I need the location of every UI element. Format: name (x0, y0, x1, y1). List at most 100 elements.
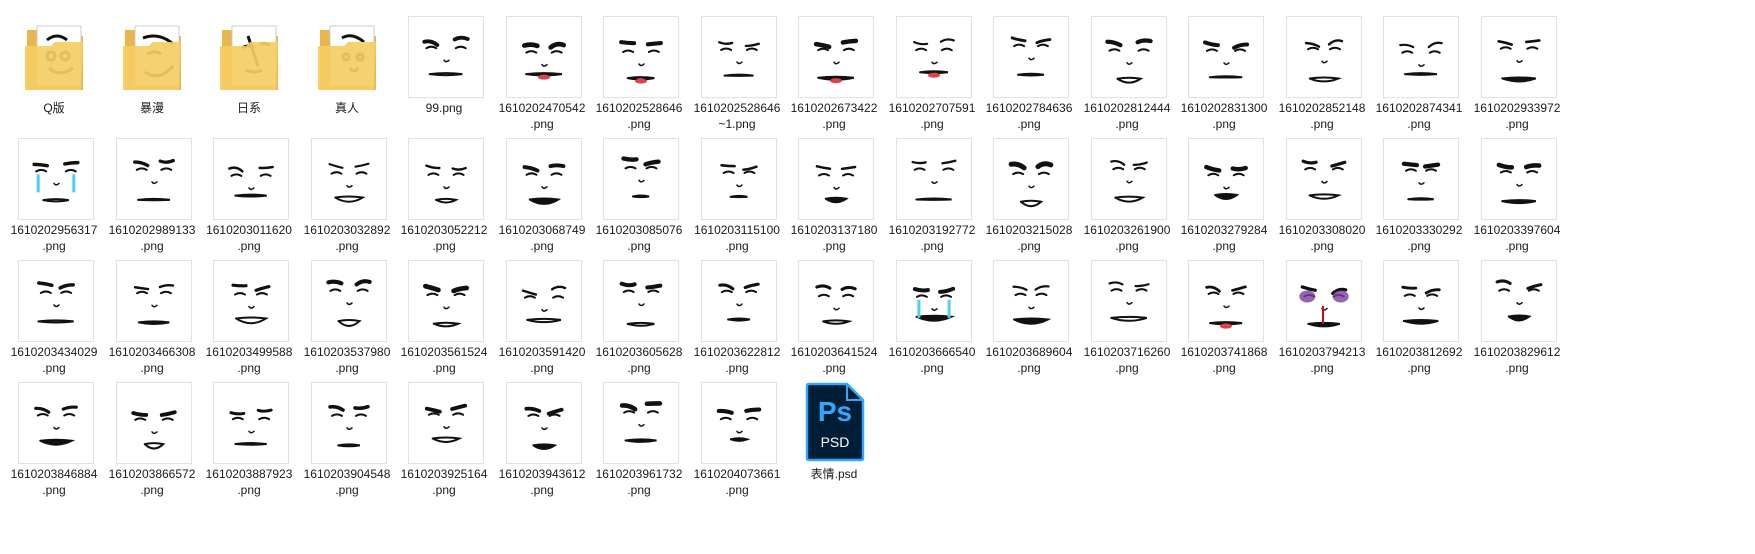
image-thumbnail (311, 138, 387, 220)
file-item[interactable]: 1610202812444 .png (1073, 12, 1181, 144)
file-item[interactable]: 1610202784636 .png (975, 12, 1083, 144)
file-name-label: 1610203397604 .png (1473, 223, 1561, 253)
file-item[interactable]: 1610203666540 .png (878, 256, 986, 388)
file-item[interactable]: 1610202470542 .png (488, 12, 596, 144)
image-thumbnail (18, 260, 94, 342)
image-thumbnail (798, 138, 874, 220)
image-thumbnail (701, 138, 777, 220)
file-item[interactable]: 1610203068749 .png (488, 134, 596, 266)
file-item[interactable]: Ps PSD 表情.psd (780, 378, 888, 510)
file-item[interactable]: 1610203829612 .png (1463, 256, 1571, 388)
file-item[interactable]: 1610203397604 .png (1463, 134, 1571, 266)
folder-item[interactable]: 日系 (195, 12, 303, 144)
file-name-label: 1610202470542 .png (498, 101, 586, 131)
image-thumbnail (408, 16, 484, 98)
image-thumbnail (896, 138, 972, 220)
file-item[interactable]: 1610203741868 .png (1170, 256, 1278, 388)
file-name-label: 1610202528646 .png (595, 101, 683, 131)
file-name-label: 1610202831300 .png (1180, 101, 1268, 131)
file-name-label: 表情.psd (810, 467, 858, 481)
file-grid: Q版 暴漫 日系 真人 99.png 1610202470542 .png 16102025… (8, 12, 1753, 552)
file-item[interactable]: 1610203499588 .png (195, 256, 303, 388)
file-item[interactable]: 1610203466308 .png (98, 256, 206, 388)
folder-item[interactable]: 真人 (293, 12, 401, 144)
image-thumbnail (1091, 16, 1167, 98)
file-item[interactable]: 1610203032892 .png (293, 134, 401, 266)
folder-item[interactable]: Q版 (0, 12, 108, 144)
file-item[interactable]: 1610203689604 .png (975, 256, 1083, 388)
image-thumbnail (1481, 260, 1557, 342)
file-item[interactable]: 1610204073661 .png (683, 378, 791, 510)
file-item[interactable]: 1610203192772 .png (878, 134, 986, 266)
file-name-label: 1610203904548 .png (303, 467, 391, 497)
file-item[interactable]: 1610203215028 .png (975, 134, 1083, 266)
folder-icon (311, 16, 385, 96)
file-item[interactable]: 1610203641524 .png (780, 256, 888, 388)
file-name-label: 1610203605628 .png (595, 345, 683, 375)
file-item[interactable]: 1610203137180 .png (780, 134, 888, 266)
image-thumbnail (1286, 260, 1362, 342)
file-item[interactable]: 1610202528646 .png (585, 12, 693, 144)
image-thumbnail (1383, 16, 1459, 98)
file-item[interactable]: 1610203308020 .png (1268, 134, 1376, 266)
image-thumbnail (1481, 138, 1557, 220)
file-item[interactable]: 1610203052212 .png (390, 134, 498, 266)
image-thumbnail (1286, 16, 1362, 98)
file-item[interactable]: 1610203537980 .png (293, 256, 401, 388)
file-item[interactable]: 1610203085076 .png (585, 134, 693, 266)
file-item[interactable]: 1610203261900 .png (1073, 134, 1181, 266)
file-item[interactable]: 1610203591420 .png (488, 256, 596, 388)
file-item[interactable]: 1610203961732 .png (585, 378, 693, 510)
ps-icon-text: Ps (817, 396, 853, 427)
file-item[interactable]: 1610203716260 .png (1073, 256, 1181, 388)
file-item[interactable]: 1610203011620 .png (195, 134, 303, 266)
file-item[interactable]: 1610203846884 .png (0, 378, 108, 510)
folder-item[interactable]: 暴漫 (98, 12, 206, 144)
file-item[interactable]: 1610203866572 .png (98, 378, 206, 510)
file-name-label: 1610202989133 .png (108, 223, 196, 253)
file-item[interactable]: 1610203279284 .png (1170, 134, 1278, 266)
file-name-label: 1610203279284 .png (1180, 223, 1268, 253)
file-item[interactable]: 1610203561524 .png (390, 256, 498, 388)
file-item[interactable]: 99.png (390, 12, 498, 144)
image-thumbnail (311, 260, 387, 342)
image-thumbnail (1383, 138, 1459, 220)
folder-icon (18, 16, 92, 96)
file-item[interactable]: 1610203434029 .png (0, 256, 108, 388)
file-item[interactable]: 1610202852148 .png (1268, 12, 1376, 144)
image-thumbnail (701, 260, 777, 342)
file-item[interactable]: 1610203925164 .png (390, 378, 498, 510)
image-thumbnail (1188, 260, 1264, 342)
file-item[interactable]: 1610202831300 .png (1170, 12, 1278, 144)
file-item[interactable]: 1610202874341 .png (1365, 12, 1473, 144)
image-thumbnail (116, 260, 192, 342)
file-item[interactable]: 1610203622812 .png (683, 256, 791, 388)
file-item[interactable]: 1610203330292 .png (1365, 134, 1473, 266)
file-name-label: 暴漫 (139, 101, 164, 115)
file-name-label: 1610203591420 .png (498, 345, 586, 375)
file-item[interactable]: 1610203605628 .png (585, 256, 693, 388)
file-name-label: 1610203308020 .png (1278, 223, 1366, 253)
file-item[interactable]: 1610202989133 .png (98, 134, 206, 266)
file-item[interactable]: 1610203794213 .png (1268, 256, 1376, 388)
file-item[interactable]: 1610202956317 .png (0, 134, 108, 266)
file-name-label: 1610202874341 .png (1375, 101, 1463, 131)
image-thumbnail (1286, 138, 1362, 220)
file-item[interactable]: 1610203115100 .png (683, 134, 791, 266)
file-item[interactable]: 1610203943612 .png (488, 378, 596, 510)
file-name-label: 1610203812692 .png (1375, 345, 1463, 375)
file-item[interactable]: 1610202528646 ~1.png (683, 12, 791, 144)
file-item[interactable]: 1610203904548 .png (293, 378, 401, 510)
file-item[interactable]: 1610202673422 .png (780, 12, 888, 144)
file-item[interactable]: 1610202933972 .png (1463, 12, 1571, 144)
file-name-label: 1610203466308 .png (108, 345, 196, 375)
file-item[interactable]: 1610202707591 .png (878, 12, 986, 144)
file-item[interactable]: 1610203812692 .png (1365, 256, 1473, 388)
image-thumbnail (506, 138, 582, 220)
file-name-label: 99.png (425, 101, 463, 115)
image-thumbnail (993, 260, 1069, 342)
image-thumbnail (896, 260, 972, 342)
image-thumbnail (993, 16, 1069, 98)
file-item[interactable]: 1610203887923 .png (195, 378, 303, 510)
folder-icon (213, 16, 287, 96)
